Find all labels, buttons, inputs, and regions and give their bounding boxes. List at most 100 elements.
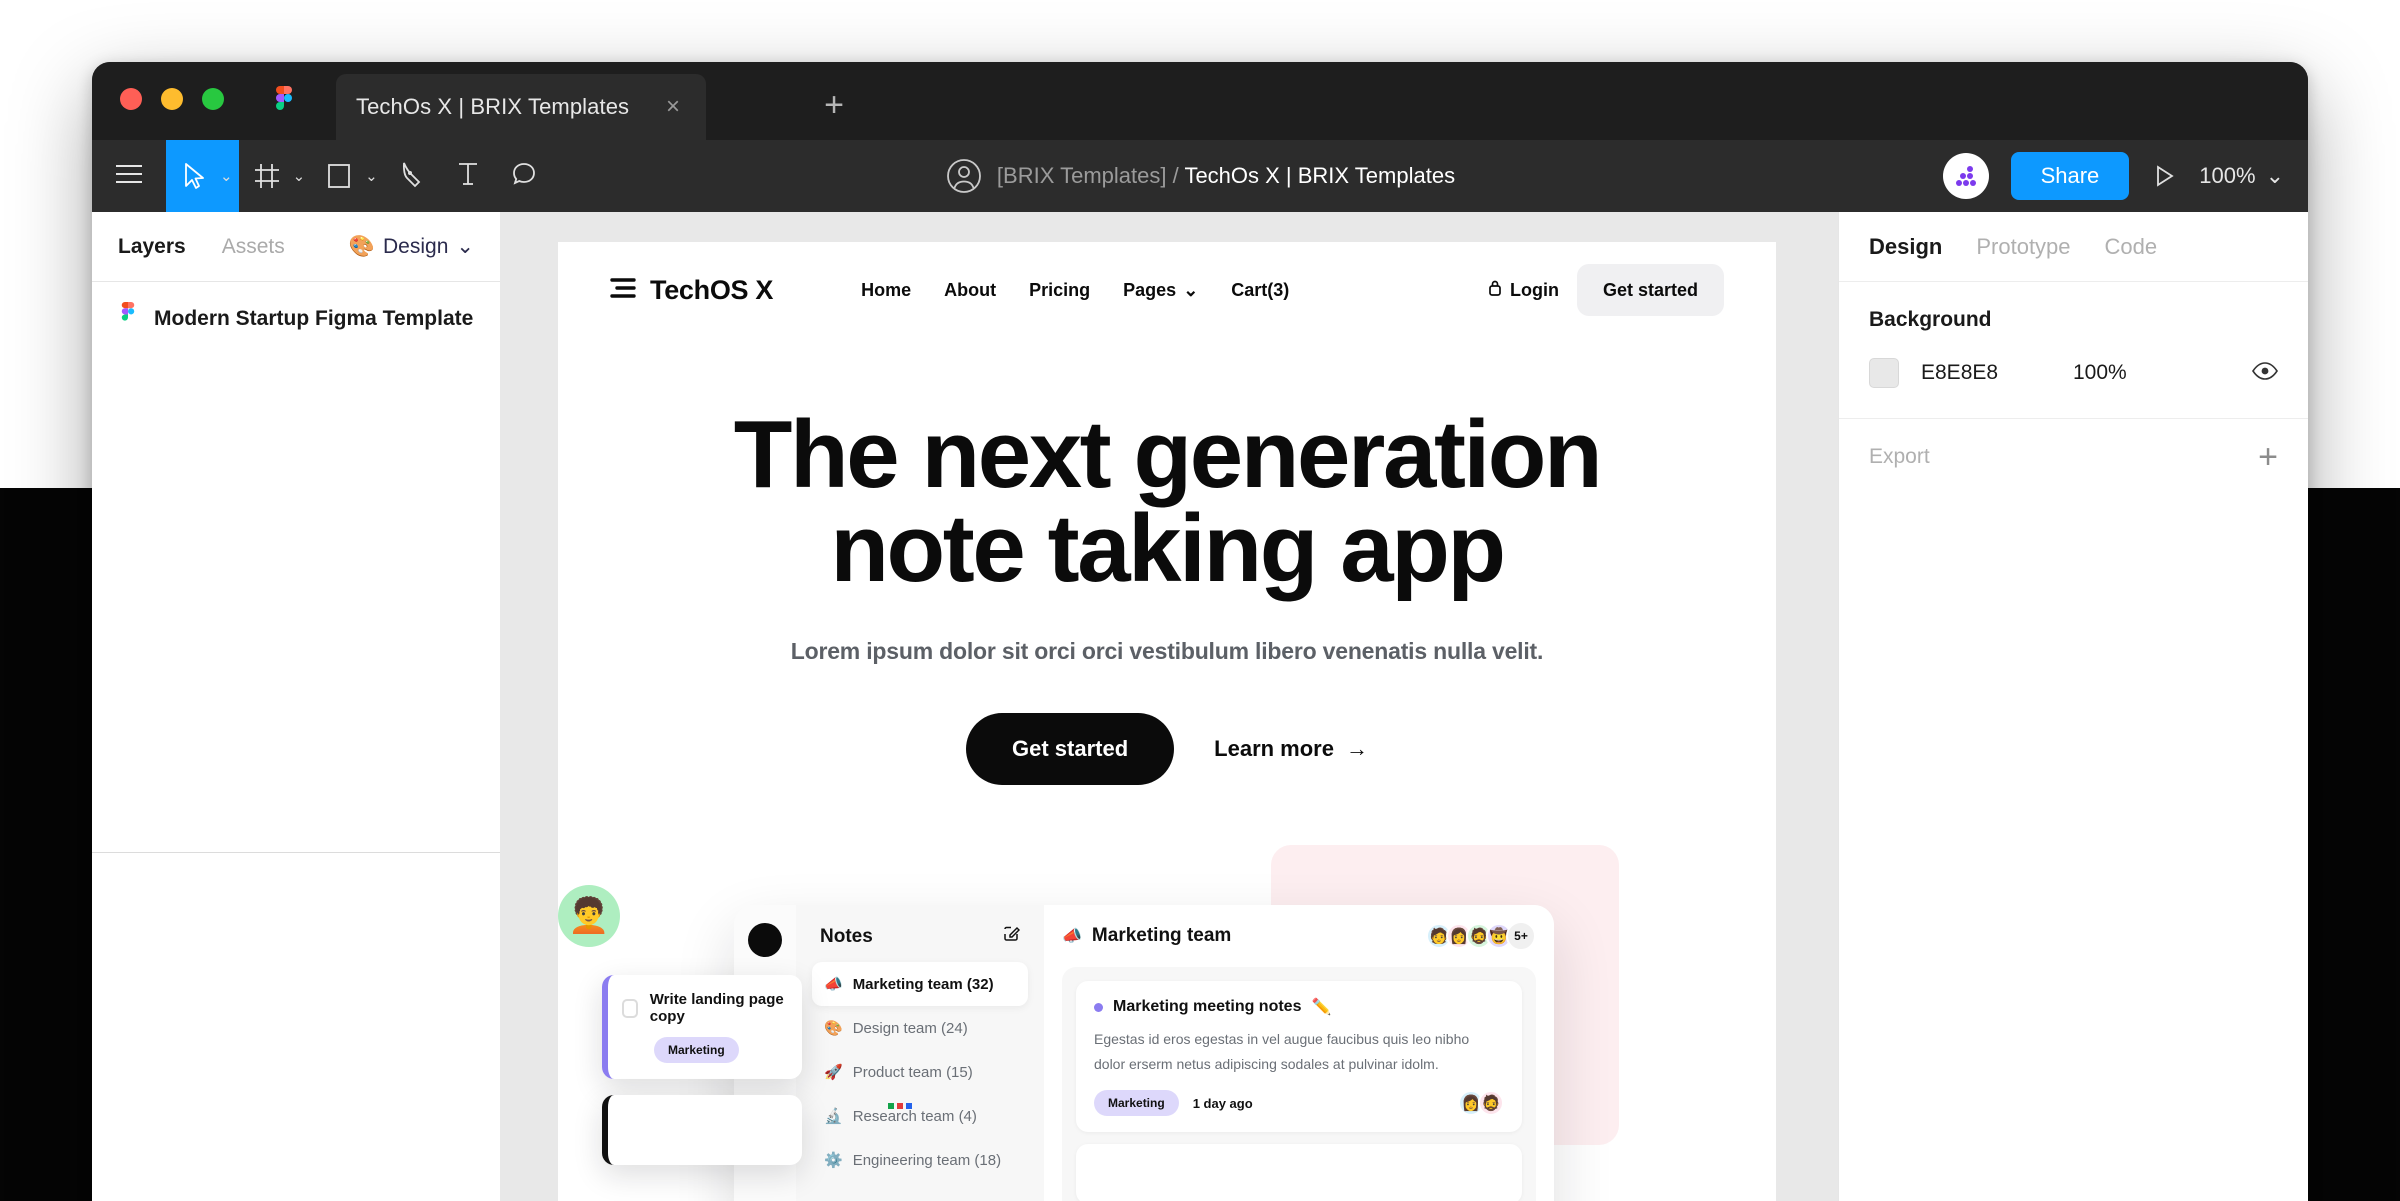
app-notes-list-panel: Notes 📣 Marketing team (32) 🎨 Design tea… (796, 905, 1044, 1201)
status-dot-red (897, 1103, 903, 1110)
avatar-overflow-count: 5+ (1506, 921, 1536, 952)
frame-icon (239, 140, 295, 212)
list-item[interactable]: 🎨 Design team (24) (812, 1006, 1028, 1050)
pen-tool-button[interactable] (384, 140, 440, 212)
figma-canvas[interactable]: TechOS X Home About Pricing Pages ⌄ Cart… (500, 212, 1838, 1201)
chevron-down-icon: ⌄ (1183, 279, 1199, 300)
note-card-footer: Marketing 1 day ago 👩 🧔 (1094, 1090, 1504, 1117)
export-section-title: Export (1869, 445, 1930, 468)
page-root: TechOs X | BRIX Templates × + ⌄ ⌄ ⌄ [BRI… (0, 0, 2400, 1201)
nav-link-home[interactable]: Home (861, 280, 911, 301)
hero-headline: The next generation note taking app (733, 401, 1603, 603)
note-card-avatars: 👩 🧔 (1458, 1090, 1504, 1117)
tab-prototype[interactable]: Prototype (1976, 234, 2070, 260)
share-button[interactable]: Share (2010, 152, 2130, 200)
present-button[interactable] (2151, 163, 2177, 189)
move-tool-button[interactable]: ⌄ (166, 140, 239, 212)
note-card[interactable]: Marketing meeting notes ✏️ Egestas id er… (1076, 981, 1522, 1133)
list-item[interactable]: 🔬 Research team (4) (812, 1094, 1028, 1138)
app-mockup-window: Notes 📣 Marketing team (32) 🎨 Design tea… (734, 905, 1554, 1201)
pen-icon (399, 160, 425, 193)
note-card-secondary[interactable] (1076, 1144, 1522, 1201)
page-selector-dropdown[interactable]: 🎨 Design ⌄ (349, 234, 474, 259)
frame-tool-button[interactable]: ⌄ (239, 140, 312, 212)
list-item-label: Research team (4) (852, 1107, 977, 1125)
background-hex-value[interactable]: E8E8E8 (1921, 361, 2051, 385)
login-link[interactable]: Login (1488, 279, 1559, 302)
avatar[interactable] (1942, 153, 1989, 199)
site-logo[interactable]: TechOS X (610, 275, 773, 306)
task-checkbox[interactable] (622, 998, 638, 1018)
app-user-avatar[interactable] (748, 923, 782, 958)
hero-learn-more-label: Learn more (1214, 736, 1334, 762)
lock-icon (1488, 279, 1502, 302)
close-icon[interactable]: × (660, 94, 686, 120)
figma-icon (118, 302, 138, 335)
list-item[interactable]: ⚙️ Engineering team (18) (812, 1138, 1028, 1182)
background-section: Background E8E8E8 100% (1839, 282, 2308, 419)
background-color-row: E8E8E8 100% (1869, 358, 2278, 388)
eye-icon[interactable] (2252, 361, 2278, 385)
chevron-down-icon: ⌄ (456, 235, 474, 258)
list-item-label: Product team (15) (852, 1063, 973, 1081)
list-item[interactable]: 📣 Marketing team (32) (812, 962, 1028, 1007)
hero-learn-more-link[interactable]: Learn more → (1214, 736, 1368, 762)
list-item[interactable]: 🚀 Product team (15) (812, 1050, 1028, 1094)
status-dot-blue (906, 1103, 912, 1110)
nav-link-about[interactable]: About (944, 280, 996, 301)
rectangle-icon (311, 140, 367, 212)
bullet-icon (1094, 1002, 1103, 1012)
note-card-title: Marketing meeting notes (1113, 998, 1302, 1016)
comment-tool-button[interactable] (496, 140, 552, 212)
nav-link-pricing[interactable]: Pricing (1029, 280, 1090, 301)
note-card-body: Egestas id eros egestas in vel augue fau… (1094, 1031, 1470, 1072)
close-window-button[interactable] (120, 88, 142, 110)
minimize-window-button[interactable] (161, 88, 183, 110)
palette-icon: 🎨 (824, 1020, 843, 1038)
nav-link-cart[interactable]: Cart(3) (1231, 280, 1289, 301)
website-artboard[interactable]: TechOS X Home About Pricing Pages ⌄ Cart… (558, 242, 1776, 1201)
right-sidebar: Design Prototype Code Background E8E8E8 … (1838, 212, 2308, 1201)
megaphone-icon: 📣 (824, 976, 843, 994)
site-brand-name: TechOS X (650, 274, 774, 305)
main-menu-button[interactable] (92, 140, 166, 212)
add-export-button[interactable]: + (2258, 440, 2278, 474)
maximize-window-button[interactable] (202, 88, 224, 110)
figma-toolbar: ⌄ ⌄ ⌄ [BRIX Templates] / TechOs X | BRIX… (92, 140, 2308, 212)
tab-assets[interactable]: Assets (222, 235, 285, 259)
notes-panel-header: Notes (812, 921, 1028, 962)
compose-icon[interactable] (1002, 925, 1021, 948)
nav-get-started-button[interactable]: Get started (1576, 264, 1724, 316)
breadcrumb-separator: / (1166, 163, 1185, 188)
app-mockup-zone: Notes 📣 Marketing team (32) 🎨 Design tea… (558, 845, 1776, 1201)
new-tab-button[interactable]: + (817, 88, 851, 122)
page-selector-label: Design (383, 234, 449, 258)
login-label: Login (1509, 279, 1559, 300)
tab-layers[interactable]: Layers (118, 235, 186, 259)
figma-window: TechOs X | BRIX Templates × + ⌄ ⌄ ⌄ [BRI… (92, 62, 2308, 1201)
layer-item[interactable]: Modern Startup Figma Template (92, 282, 500, 355)
nav-link-pages[interactable]: Pages ⌄ (1123, 280, 1198, 301)
app-main-title: Marketing team (1091, 925, 1232, 947)
arrow-right-icon: → (1345, 736, 1368, 762)
tab-code[interactable]: Code (2105, 234, 2158, 260)
background-opacity-value[interactable]: 100% (2073, 361, 2127, 385)
text-tool-button[interactable] (440, 140, 496, 212)
color-swatch[interactable] (1869, 358, 1899, 388)
window-traffic-lights (120, 88, 224, 110)
hero-get-started-button[interactable]: Get started (966, 713, 1175, 786)
zoom-level-dropdown[interactable]: 100% ⌄ (2199, 163, 2284, 189)
browser-tab-bar: TechOs X | BRIX Templates × + (92, 62, 2308, 140)
note-card-header: Marketing meeting notes ✏️ (1094, 997, 1504, 1017)
browser-tab[interactable]: TechOs X | BRIX Templates × (336, 74, 706, 140)
tab-design[interactable]: Design (1869, 234, 1942, 260)
floating-task-card-secondary[interactable] (602, 1095, 802, 1166)
list-item-label: Engineering team (18) (852, 1151, 1002, 1169)
shape-tool-button[interactable]: ⌄ (311, 140, 384, 212)
floating-task-card[interactable]: Write landing page copy Marketing (602, 975, 802, 1080)
pencil-icon: ✏️ (1311, 999, 1332, 1017)
workarea: Layers Assets 🎨 Design ⌄ Modern Startup … (92, 212, 2308, 1201)
nav-link-pages-label: Pages (1123, 279, 1177, 300)
text-icon (456, 160, 480, 193)
notes-panel-title: Notes (820, 925, 873, 947)
